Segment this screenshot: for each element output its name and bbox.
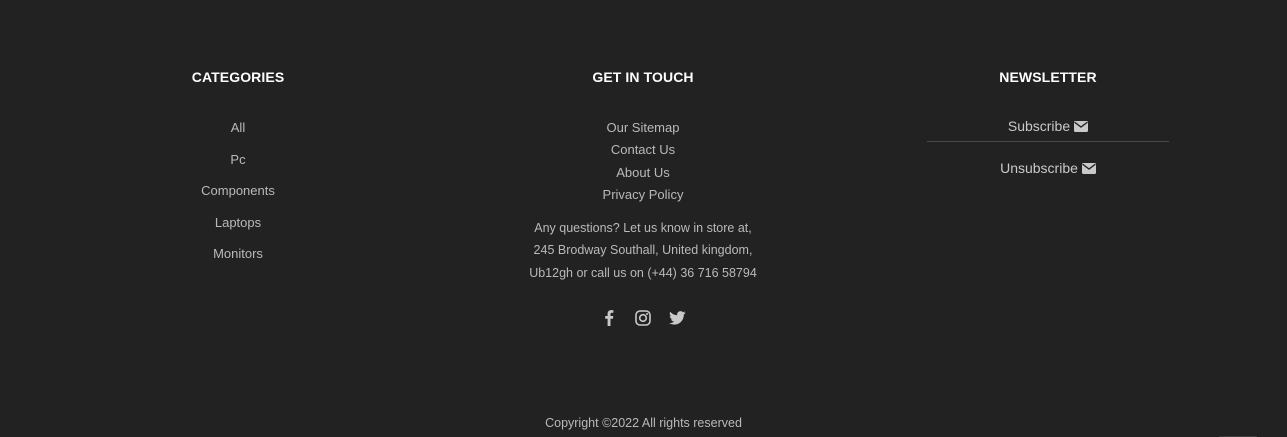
twitter-icon[interactable] (667, 308, 687, 328)
newsletter-divider (927, 141, 1169, 142)
social-links (483, 308, 803, 328)
subscribe-label: Subscribe (1007, 118, 1071, 134)
category-link-all[interactable]: All (118, 120, 358, 152)
category-link-monitors[interactable]: Monitors (118, 246, 358, 278)
sitemap-link[interactable]: Our Sitemap (483, 120, 803, 142)
contact-links-list: Our Sitemap Contact Us About Us Privacy … (483, 120, 803, 210)
contact-heading: GET IN TOUCH (592, 69, 694, 85)
privacy-policy-link[interactable]: Privacy Policy (483, 187, 803, 209)
store-address: Any questions? Let us know in store at, … (483, 217, 803, 284)
about-us-link[interactable]: About Us (483, 165, 803, 187)
category-link-laptops[interactable]: Laptops (118, 215, 358, 247)
categories-heading: CATEGORIES (191, 69, 285, 85)
unsubscribe-button[interactable]: Unsubscribe (927, 156, 1169, 180)
category-link-pc[interactable]: Pc (118, 152, 358, 184)
address-line: 245 Brodway Southall, United kingdom, (533, 243, 753, 258)
envelope-icon (1074, 120, 1089, 132)
category-link-components[interactable]: Components (118, 183, 358, 215)
address-line: Any questions? Let us know in store at, (534, 221, 752, 235)
facebook-icon[interactable] (599, 308, 619, 328)
address-line: Ub12gh or call us on (+44) 36 716 58794 (529, 265, 757, 280)
categories-list: All Pc Components Laptops Monitors (118, 120, 358, 278)
envelope-icon (1081, 162, 1096, 174)
subscribe-button[interactable]: Subscribe (927, 114, 1169, 138)
unsubscribe-label: Unsubscribe (1000, 160, 1078, 176)
newsletter-heading: NEWSLETTER (999, 69, 1097, 85)
copyright-text: Copyright ©2022 All rights reserved (545, 416, 742, 430)
instagram-icon[interactable] (633, 308, 653, 328)
contact-us-link[interactable]: Contact Us (483, 142, 803, 164)
